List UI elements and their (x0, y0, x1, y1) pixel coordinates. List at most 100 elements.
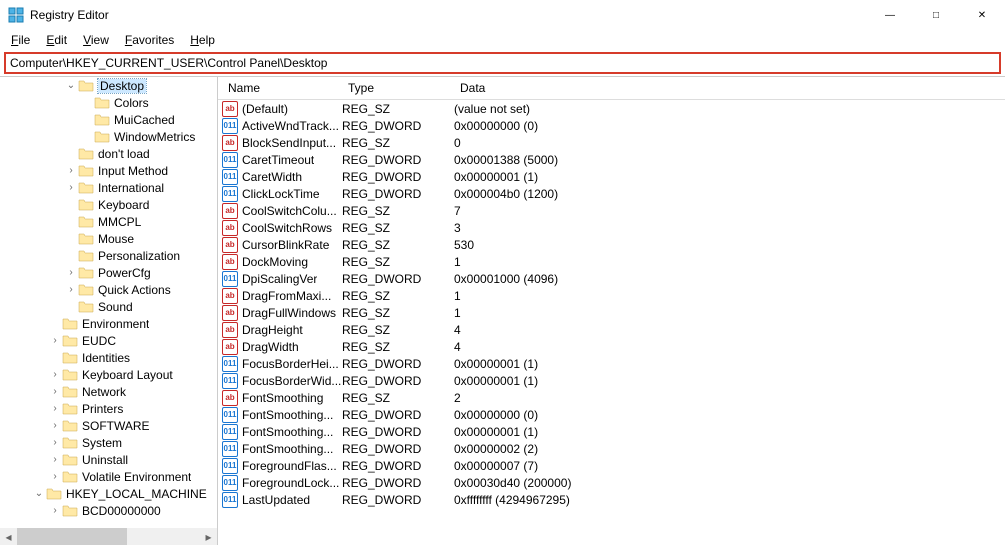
value-row[interactable]: 011DpiScalingVerREG_DWORD0x00001000 (409… (218, 270, 1005, 287)
value-row[interactable]: 011FocusBorderHei...REG_DWORD0x00000001 … (218, 355, 1005, 372)
value-row[interactable]: 011CaretWidthREG_DWORD0x00000001 (1) (218, 168, 1005, 185)
address-bar[interactable]: Computer\HKEY_CURRENT_USER\Control Panel… (4, 52, 1001, 74)
value-row[interactable]: 011ClickLockTimeREG_DWORD0x000004b0 (120… (218, 185, 1005, 202)
horizontal-scrollbar[interactable]: ◂ ▸ (0, 528, 217, 545)
value-row[interactable]: 011FontSmoothing...REG_DWORD0x00000000 (… (218, 406, 1005, 423)
close-button[interactable]: ✕ (959, 0, 1005, 30)
value-row[interactable]: 011FocusBorderWid...REG_DWORD0x00000001 … (218, 372, 1005, 389)
value-name-cell: 011ActiveWndTrack... (222, 118, 342, 134)
titlebar[interactable]: Registry Editor — □ ✕ (0, 0, 1005, 30)
dword-value-icon: 011 (222, 186, 238, 202)
expander-icon[interactable]: › (48, 471, 62, 482)
menu-file[interactable]: File (4, 31, 37, 49)
scroll-left-button[interactable]: ◂ (0, 528, 17, 545)
column-type[interactable]: Type (342, 81, 454, 95)
value-row[interactable]: abDragFromMaxi...REG_SZ1 (218, 287, 1005, 304)
expander-icon[interactable]: ⌄ (64, 80, 78, 91)
tree-item[interactable]: ›BCD00000000 (0, 502, 217, 519)
value-row[interactable]: 011FontSmoothing...REG_DWORD0x00000001 (… (218, 423, 1005, 440)
expander-icon[interactable]: › (48, 403, 62, 414)
value-row[interactable]: abDockMovingREG_SZ1 (218, 253, 1005, 270)
tree-item[interactable]: Environment (0, 315, 217, 332)
value-row[interactable]: 011FontSmoothing...REG_DWORD0x00000002 (… (218, 440, 1005, 457)
tree-item[interactable]: MuiCached (0, 111, 217, 128)
expander-icon[interactable]: › (48, 437, 62, 448)
menu-help[interactable]: Help (183, 31, 222, 49)
tree-item[interactable]: ›System (0, 434, 217, 451)
string-value-icon: ab (222, 203, 238, 219)
expander-icon[interactable]: › (48, 454, 62, 465)
value-name: FocusBorderHei... (242, 357, 339, 371)
value-row[interactable]: 011CaretTimeoutREG_DWORD0x00001388 (5000… (218, 151, 1005, 168)
scroll-right-button[interactable]: ▸ (200, 528, 217, 545)
column-data[interactable]: Data (454, 81, 1005, 95)
value-row[interactable]: abDragFullWindowsREG_SZ1 (218, 304, 1005, 321)
value-row[interactable]: abDragHeightREG_SZ4 (218, 321, 1005, 338)
tree-item[interactable]: don't load (0, 145, 217, 162)
value-row[interactable]: abDragWidthREG_SZ4 (218, 338, 1005, 355)
menu-favorites[interactable]: Favorites (118, 31, 181, 49)
tree-item[interactable]: ›EUDC (0, 332, 217, 349)
value-data: 3 (454, 221, 1005, 235)
value-row[interactable]: 011ForegroundFlas...REG_DWORD0x00000007 … (218, 457, 1005, 474)
value-row[interactable]: abFontSmoothingREG_SZ2 (218, 389, 1005, 406)
tree-item[interactable]: ›Quick Actions (0, 281, 217, 298)
value-name: FontSmoothing... (242, 408, 333, 422)
string-value-icon: ab (222, 220, 238, 236)
tree-item[interactable]: ›PowerCfg (0, 264, 217, 281)
expander-icon[interactable]: › (64, 284, 78, 295)
expander-icon[interactable]: › (48, 386, 62, 397)
tree-item[interactable]: ›SOFTWARE (0, 417, 217, 434)
tree-item-label: Keyboard Layout (82, 368, 173, 382)
tree-item-label: don't load (98, 147, 150, 161)
value-row[interactable]: 011ActiveWndTrack...REG_DWORD0x00000000 … (218, 117, 1005, 134)
expander-icon[interactable]: › (48, 335, 62, 346)
expander-icon[interactable]: › (48, 420, 62, 431)
expander-icon[interactable]: › (64, 165, 78, 176)
menu-edit[interactable]: Edit (39, 31, 74, 49)
tree-item-label: Desktop (98, 79, 146, 93)
value-row[interactable]: 011ForegroundLock...REG_DWORD0x00030d40 … (218, 474, 1005, 491)
tree-item[interactable]: MMCPL (0, 213, 217, 230)
list-pane[interactable]: Name Type Data ab(Default)REG_SZ(value n… (218, 77, 1005, 545)
tree-item[interactable]: ›International (0, 179, 217, 196)
value-row[interactable]: abCoolSwitchColu...REG_SZ7 (218, 202, 1005, 219)
value-row[interactable]: abCursorBlinkRateREG_SZ530 (218, 236, 1005, 253)
dword-value-icon: 011 (222, 169, 238, 185)
tree-item[interactable]: ›Volatile Environment (0, 468, 217, 485)
value-name-cell: 011FontSmoothing... (222, 441, 342, 457)
value-name-cell: ab(Default) (222, 101, 342, 117)
value-row[interactable]: 011LastUpdatedREG_DWORD0xffffffff (42949… (218, 491, 1005, 508)
tree-item[interactable]: Keyboard (0, 196, 217, 213)
menu-view[interactable]: View (76, 31, 116, 49)
tree-item[interactable]: Colors (0, 94, 217, 111)
tree-item[interactable]: ›Input Method (0, 162, 217, 179)
value-row[interactable]: abCoolSwitchRowsREG_SZ3 (218, 219, 1005, 236)
value-row[interactable]: abBlockSendInput...REG_SZ0 (218, 134, 1005, 151)
tree-item[interactable]: ›Network (0, 383, 217, 400)
tree-item[interactable]: Personalization (0, 247, 217, 264)
tree-item-label: Identities (82, 351, 130, 365)
expander-icon[interactable]: ⌄ (32, 488, 46, 499)
tree-pane[interactable]: ⌄ DesktopColorsMuiCachedWindowMetrics don'… (0, 77, 218, 545)
dword-value-icon: 011 (222, 271, 238, 287)
maximize-button[interactable]: □ (913, 0, 959, 30)
tree-item[interactable]: Identities (0, 349, 217, 366)
scroll-thumb[interactable] (17, 528, 127, 545)
expander-icon[interactable]: › (48, 505, 62, 516)
tree-item[interactable]: Sound (0, 298, 217, 315)
value-row[interactable]: ab(Default)REG_SZ(value not set) (218, 100, 1005, 117)
tree-item[interactable]: › Keyboard Layout (0, 366, 217, 383)
expander-icon[interactable]: › (64, 182, 78, 193)
tree-item[interactable]: ⌄HKEY_LOCAL_MACHINE (0, 485, 217, 502)
value-data: 7 (454, 204, 1005, 218)
minimize-button[interactable]: — (867, 0, 913, 30)
column-name[interactable]: Name (222, 81, 342, 95)
tree-item[interactable]: WindowMetrics (0, 128, 217, 145)
tree-item[interactable]: ›Uninstall (0, 451, 217, 468)
tree-item[interactable]: ›Printers (0, 400, 217, 417)
expander-icon[interactable]: › (48, 369, 62, 380)
expander-icon[interactable]: › (64, 267, 78, 278)
tree-item[interactable]: Mouse (0, 230, 217, 247)
tree-item[interactable]: ⌄ Desktop (0, 77, 217, 94)
